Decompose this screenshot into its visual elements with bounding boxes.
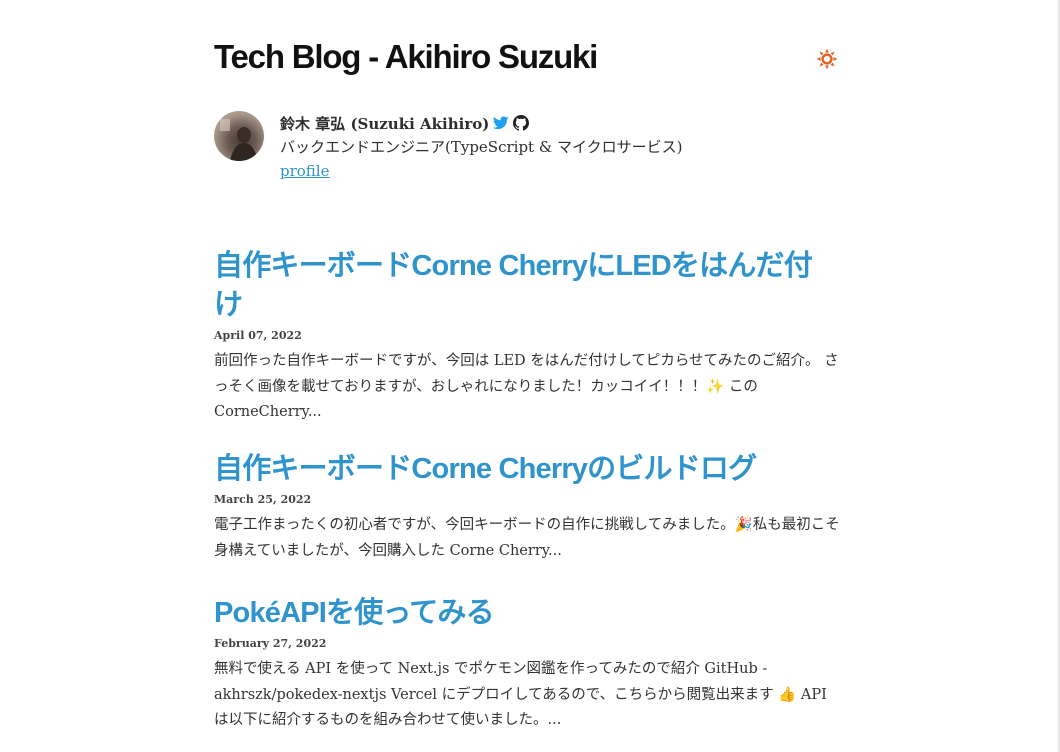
twitter-link[interactable] [493,116,510,130]
post-date: April 07, 2022 [214,329,302,342]
post-title-link[interactable]: 自作キーボードCorne CherryにLEDをはんだ付け [214,247,840,325]
author-bio: 鈴木 章弘 (Suzuki Akihiro) バックエンドエンジニア(TypeS… [214,111,840,191]
github-icon [513,115,530,131]
post-item: 自作キーボードCorne Cherryのビルドログ March 25, 2022… [214,450,840,564]
site-header: Tech Blog - Akihiro Suzuki [214,0,840,100]
site-title[interactable]: Tech Blog - Akihiro Suzuki [214,38,598,76]
avatar [214,111,264,161]
twitter-icon [493,116,510,130]
post-excerpt: 電子工作まったくの初心者ですが、今回キーボードの自作に挑戦してみました。🎉私も最… [214,517,840,559]
profile-link[interactable]: profile [280,160,329,182]
post-item: PokéAPIを使ってみる February 27, 2022 無料で使える A… [214,594,840,734]
post-title-link[interactable]: 自作キーボードCorne Cherryのビルドログ [214,450,840,489]
author-name: 鈴木 章弘 (Suzuki Akihiro) [280,114,490,133]
theme-toggle-button[interactable] [814,46,840,72]
post-excerpt: 前回作った自作キーボードですが、今回は LED をはんだ付けしてピカらせてみたの… [214,353,839,420]
post-item: 自作キーボードCorne CherryにLEDをはんだ付け April 07, … [214,247,840,426]
post-excerpt: 無料で使える API を使って Next.js でポケモン図鑑を作ってみたので紹… [214,661,827,728]
github-link[interactable] [513,115,530,131]
post-date: February 27, 2022 [214,637,327,650]
post-title-link[interactable]: PokéAPIを使ってみる [214,594,840,633]
author-role: バックエンドエンジニア(TypeScript & マイクロサービス) [280,138,683,156]
main-container: Tech Blog - Akihiro Suzuki 鈴木 章弘 (Suzuki… [214,0,840,728]
avatar-photo [220,119,258,161]
sun-icon [816,48,838,70]
post-date: March 25, 2022 [214,493,312,506]
